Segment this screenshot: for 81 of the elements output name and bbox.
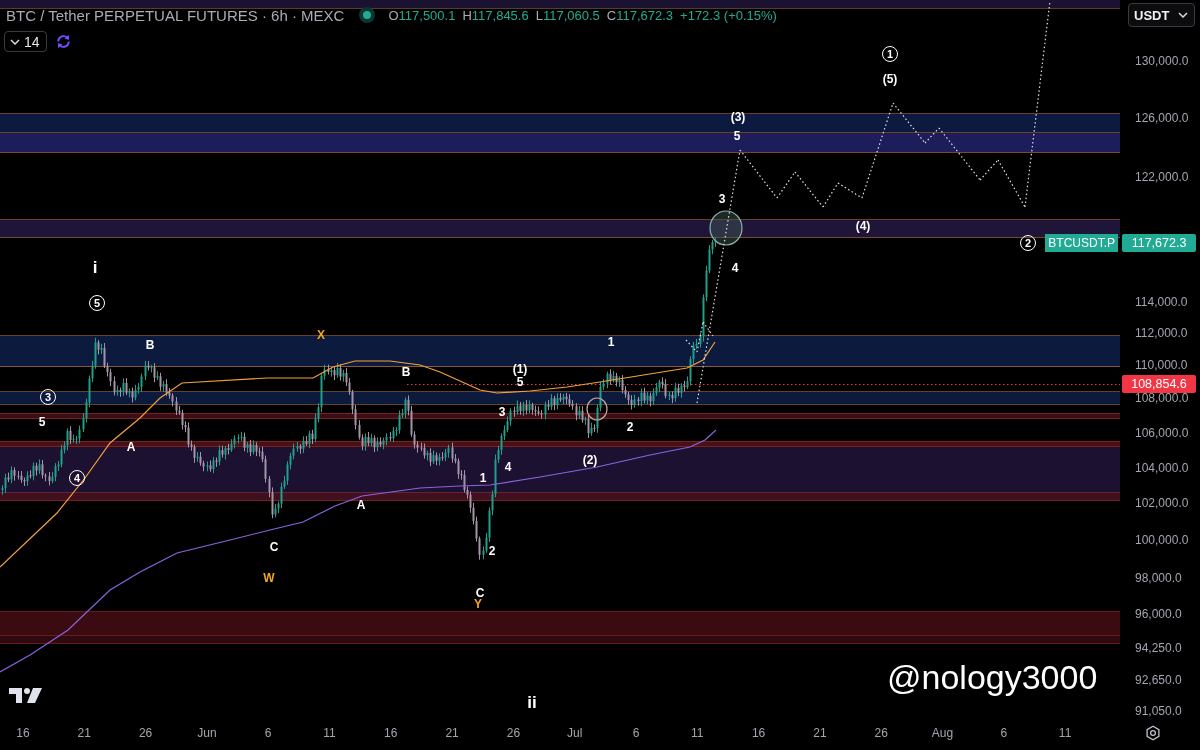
wave-label: 5 <box>38 416 46 428</box>
price-axis-label: 106,000.0 <box>1135 426 1189 440</box>
highlight-ellipse <box>709 210 743 246</box>
symbol-tag: BTCUSDT.P <box>1045 234 1118 252</box>
wave-label: 3 <box>498 406 506 418</box>
ohlc-reading: O117,500.1 <box>388 7 456 23</box>
price-axis-label: 110,000.0 <box>1135 358 1188 372</box>
time-axis-label: Jun <box>197 726 217 740</box>
time-axis-label: 26 <box>874 726 888 740</box>
wave-label: i <box>92 258 98 276</box>
time-axis-label: 21 <box>77 726 91 740</box>
wave-label: (4) <box>855 220 871 232</box>
price-axis-label: 96,000.0 <box>1135 607 1182 621</box>
time-axis-label: 6 <box>264 726 272 740</box>
wave-label: (1) <box>512 363 528 375</box>
wave-label: 4 <box>731 262 739 274</box>
price-axis-label: 114,000.0 <box>1135 295 1188 309</box>
wave-label: 4 <box>504 461 512 473</box>
wave-label: 5 <box>516 376 524 388</box>
status-dot-icon <box>359 7 376 23</box>
time-axis-label: 16 <box>751 726 766 740</box>
wave-label: C <box>475 587 485 599</box>
highlight-ellipse <box>586 397 608 421</box>
currency-dropdown-button[interactable]: USDT <box>1128 3 1195 27</box>
wave-label: A <box>356 499 366 511</box>
time-axis-label: 26 <box>138 726 153 740</box>
time-axis-label: 21 <box>445 726 459 740</box>
wave-label: A <box>126 441 136 453</box>
ohlc-reading: L117,060.5 <box>535 7 600 23</box>
wave-label: 1 <box>607 336 615 348</box>
wave-label: W <box>263 572 275 584</box>
time-axis-label: 11 <box>323 726 336 740</box>
wave-label: 3 <box>718 193 726 205</box>
wave-label: 1 <box>479 472 487 484</box>
wave-label: X <box>317 329 325 341</box>
wave-label: (3) <box>730 111 746 123</box>
caret-icon <box>10 38 20 45</box>
price-axis-label: 94,250.0 <box>1135 641 1182 655</box>
time-axis-label: Jul <box>567 726 583 740</box>
price-axis-label: 91,050.0 <box>1135 704 1182 718</box>
time-axis-label: 21 <box>813 726 827 740</box>
time-axis-label: 11 <box>1058 726 1072 740</box>
price-axis-label: 122,000.0 <box>1135 170 1189 184</box>
logo-icon <box>9 688 42 703</box>
symbol-title: BTC / Tether PERPETUAL FUTURES · 6h · MEXC <box>5 6 345 24</box>
ohlc-reading: H117,845.6 <box>462 7 529 23</box>
wave-label: C <box>269 541 279 553</box>
price-axis-label: 102,000.0 <box>1135 496 1189 510</box>
price-tag: 117,672.3 <box>1122 234 1196 252</box>
price-axis-label: 100,000.0 <box>1135 533 1189 547</box>
author-handle: @nology3000 <box>887 657 1098 697</box>
wave-label: ii <box>527 693 537 711</box>
time-axis-label: 11 <box>691 726 704 740</box>
wave-label: B <box>145 339 155 351</box>
time-axis-label: 6 <box>632 726 640 740</box>
settings-icon[interactable] <box>1145 725 1161 741</box>
wave-label: 5 <box>733 130 741 142</box>
time-axis-label: 16 <box>16 726 30 740</box>
wave-label: 2 <box>626 421 634 433</box>
wave-label: B <box>401 366 411 378</box>
circular-arrows-icon <box>54 33 72 50</box>
indicators-toggle-button[interactable]: 14 <box>4 31 47 52</box>
caret-icon <box>1178 12 1188 18</box>
price-axis-label: 98,000.0 <box>1135 571 1182 585</box>
price-change: +172.3 (+0.15%) <box>680 7 777 23</box>
price-axis-label: 112,000.0 <box>1135 326 1188 340</box>
time-axis-label: 6 <box>1000 726 1008 740</box>
price-axis-label: 104,000.0 <box>1135 461 1189 475</box>
wave-label: Y <box>474 598 482 610</box>
price-tag: 108,854.6 <box>1122 375 1196 393</box>
price-axis-label: 130,000.0 <box>1135 54 1189 68</box>
time-axis-label: 16 <box>384 726 398 740</box>
ohlc-reading: C117,672.3 <box>606 7 674 23</box>
price-axis-label: 108,000.0 <box>1135 391 1189 405</box>
wave-label: (5) <box>882 73 898 85</box>
time-axis-label: Aug <box>931 726 954 740</box>
price-axis-label: 92,650.0 <box>1135 673 1182 687</box>
wave-label: 2 <box>488 545 496 557</box>
price-axis-label: 126,000.0 <box>1135 111 1189 125</box>
time-axis-label: 26 <box>506 726 521 740</box>
wave-label: (2) <box>582 454 598 466</box>
